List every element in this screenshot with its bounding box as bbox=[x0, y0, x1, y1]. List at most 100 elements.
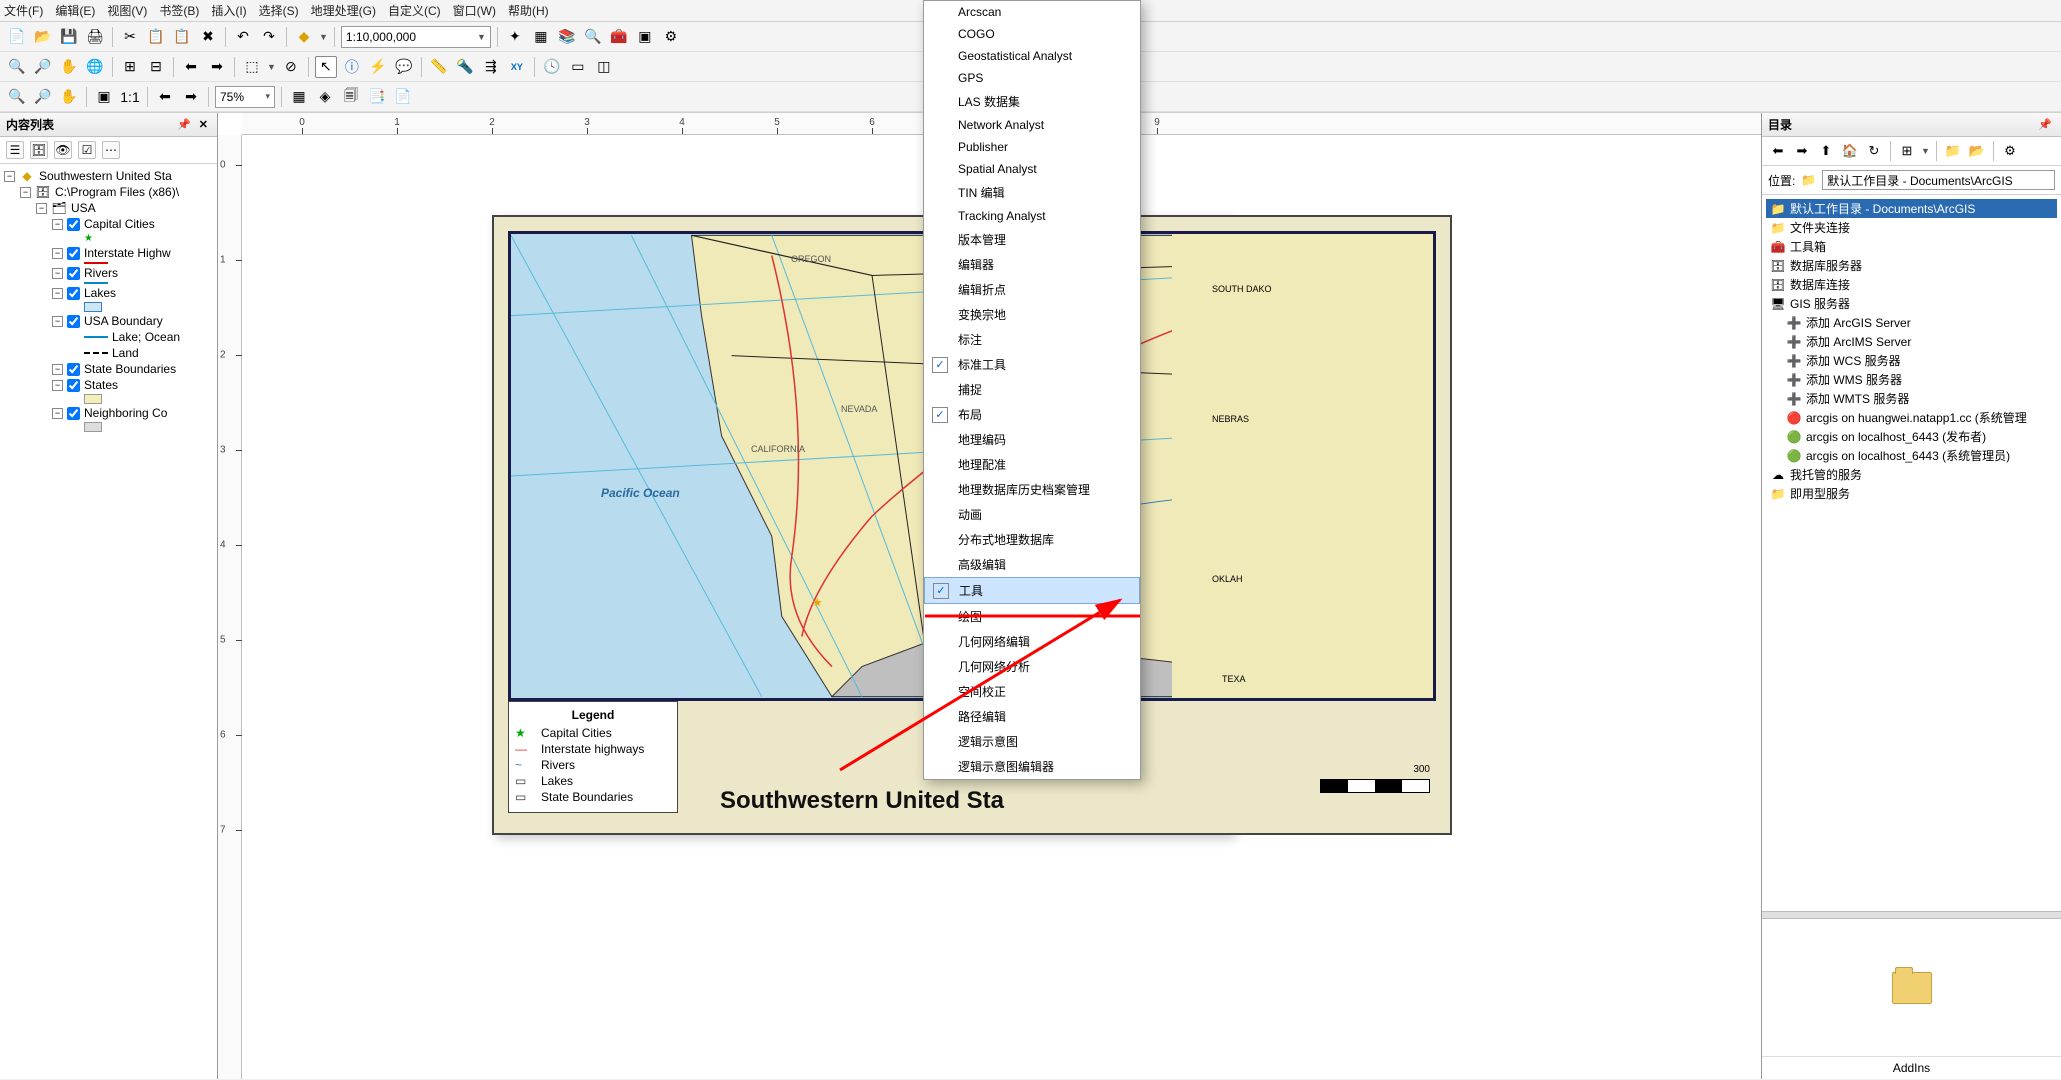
menu-item[interactable]: 编辑(E) bbox=[55, 2, 95, 19]
copy-icon[interactable]: 📋 bbox=[145, 26, 167, 48]
time-slider-icon[interactable]: 🕓 bbox=[541, 56, 563, 78]
toolbar-menu-item[interactable]: 版本管理 bbox=[924, 227, 1140, 252]
zoom-pct-input[interactable]: 75%▾ bbox=[215, 86, 275, 108]
toc-tree[interactable]: −◆Southwestern United Sta−🗄C:\Program Fi… bbox=[0, 164, 217, 1079]
full-extent-icon[interactable]: 🌐 bbox=[84, 56, 106, 78]
menu-item[interactable]: 帮助(H) bbox=[508, 2, 549, 19]
change-layout-icon[interactable]: 🗐 bbox=[340, 86, 362, 108]
catalog-node[interactable]: ➕添加 WCS 服务器 bbox=[1766, 351, 2057, 370]
toolbar-menu-item[interactable]: Arcscan bbox=[924, 1, 1140, 23]
catalog-node[interactable]: 🟢arcgis on localhost_6443 (发布者) bbox=[1766, 427, 2057, 446]
toolbar-menu-item[interactable]: Geostatistical Analyst bbox=[924, 45, 1140, 67]
fixed-zoom-in-icon[interactable]: ⊞ bbox=[119, 56, 141, 78]
menu-item[interactable]: 选择(S) bbox=[259, 2, 299, 19]
html-popup-icon[interactable]: 💬 bbox=[393, 56, 415, 78]
toc-node[interactable]: −◆Southwestern United Sta bbox=[2, 168, 215, 184]
toolbar-menu-item[interactable]: 标注 bbox=[924, 327, 1140, 352]
catalog-node[interactable]: 🧰工具箱 bbox=[1766, 237, 2057, 256]
list-by-source-icon[interactable]: 🗄 bbox=[30, 141, 48, 159]
home-icon[interactable]: 🏠 bbox=[1840, 141, 1860, 161]
toolbar-menu-item[interactable]: 分布式地理数据库 bbox=[924, 527, 1140, 552]
catalog-node[interactable]: ➕添加 WMS 服务器 bbox=[1766, 370, 2057, 389]
catalog-node[interactable]: 🖥GIS 服务器 bbox=[1766, 294, 2057, 313]
toc-node[interactable]: −USA Boundary bbox=[2, 313, 215, 329]
layout-zoom-in-icon[interactable]: 🔍 bbox=[6, 86, 28, 108]
layer-checkbox[interactable] bbox=[67, 379, 80, 392]
catalog-node[interactable]: ☁我托管的服务 bbox=[1766, 465, 2057, 484]
layout-pan-icon[interactable]: ✋ bbox=[58, 86, 80, 108]
toolbar-menu-item[interactable]: Network Analyst bbox=[924, 114, 1140, 136]
catalog-node[interactable]: 🟢arcgis on localhost_6443 (系统管理员) bbox=[1766, 446, 2057, 465]
toolbar-menu-item[interactable]: 编辑器 bbox=[924, 252, 1140, 277]
options-icon[interactable]: ⋯ bbox=[102, 141, 120, 159]
toolbar-menu-item[interactable]: Publisher bbox=[924, 136, 1140, 158]
zoom-in-icon[interactable]: 🔍 bbox=[6, 56, 28, 78]
paste-icon[interactable]: 📋 bbox=[171, 26, 193, 48]
toolbar-menu-item[interactable]: 动画 bbox=[924, 502, 1140, 527]
menu-item[interactable]: 地理处理(G) bbox=[311, 2, 376, 19]
toolbar-menu-item[interactable]: 几何网络编辑 bbox=[924, 629, 1140, 654]
menu-item[interactable]: 视图(V) bbox=[107, 2, 147, 19]
toc-node[interactable]: −Capital Cities bbox=[2, 216, 215, 232]
toc-node[interactable]: −States bbox=[2, 377, 215, 393]
toolbar-menu-item[interactable]: COGO bbox=[924, 23, 1140, 45]
page-setup-icon[interactable]: 📄 bbox=[392, 86, 414, 108]
find-route-icon[interactable]: ⇶ bbox=[480, 56, 502, 78]
select-features-icon[interactable]: ⬚ bbox=[241, 56, 263, 78]
zoom-whole-page-icon[interactable]: ▣ bbox=[93, 86, 115, 108]
toolbar-menu-item[interactable]: 地理配准 bbox=[924, 452, 1140, 477]
focus-data-frame-icon[interactable]: ◈ bbox=[314, 86, 336, 108]
location-input[interactable] bbox=[1822, 170, 2055, 190]
table-icon[interactable]: ▦ bbox=[530, 26, 552, 48]
measure-icon[interactable]: 📏 bbox=[428, 56, 450, 78]
menu-item[interactable]: 窗口(W) bbox=[453, 2, 496, 19]
undo-icon[interactable]: ↶ bbox=[232, 26, 254, 48]
catalog-node[interactable]: ➕添加 WMTS 服务器 bbox=[1766, 389, 2057, 408]
layer-checkbox[interactable] bbox=[67, 218, 80, 231]
catalog-node[interactable]: 🗄数据库服务器 bbox=[1766, 256, 2057, 275]
refresh-icon[interactable]: ↻ bbox=[1864, 141, 1884, 161]
toc-node[interactable]: −Lakes bbox=[2, 285, 215, 301]
clear-selection-icon[interactable]: ⊘ bbox=[280, 56, 302, 78]
toolbar-menu-item[interactable]: 高级编辑 bbox=[924, 552, 1140, 577]
zoom-100-icon[interactable]: 1:1 bbox=[119, 86, 141, 108]
up-icon[interactable]: ⬆ bbox=[1816, 141, 1836, 161]
toolbar-menu-item[interactable]: TIN 编辑 bbox=[924, 180, 1140, 205]
pin-icon[interactable]: 📌 bbox=[2035, 118, 2055, 131]
search-icon[interactable]: 🔍 bbox=[582, 26, 604, 48]
catalog-node[interactable]: ➕添加 ArcGIS Server bbox=[1766, 313, 2057, 332]
print-icon[interactable]: 🖨 bbox=[84, 26, 106, 48]
connect-folder-icon[interactable]: 📁 bbox=[1943, 141, 1963, 161]
layout-back-icon[interactable]: ⬅ bbox=[154, 86, 176, 108]
save-icon[interactable]: 💾 bbox=[58, 26, 80, 48]
identify-icon[interactable]: ⓘ bbox=[341, 56, 363, 78]
toolbar-menu-item[interactable]: 空间校正 bbox=[924, 679, 1140, 704]
zoom-out-icon[interactable]: 🔎 bbox=[32, 56, 54, 78]
toolbar-menu-item[interactable]: LAS 数据集 bbox=[924, 89, 1140, 114]
create-viewer-icon[interactable]: ▭ bbox=[567, 56, 589, 78]
catalog-node[interactable]: 📁即用型服务 bbox=[1766, 484, 2057, 503]
toolbar-menu-item[interactable]: 逻辑示意图 bbox=[924, 729, 1140, 754]
toolbar-menu-item[interactable]: 捕捉 bbox=[924, 377, 1140, 402]
toc-node[interactable]: −Interstate Highw bbox=[2, 245, 215, 261]
layout-forward-icon[interactable]: ➡ bbox=[180, 86, 202, 108]
python-icon[interactable]: ▣ bbox=[634, 26, 656, 48]
toolbar-menu-item[interactable]: ✓布局 bbox=[924, 402, 1140, 427]
menu-item[interactable]: 书签(B) bbox=[159, 2, 199, 19]
scale-input[interactable]: 1:10,000,000 ▼ bbox=[341, 26, 491, 48]
disconnect-folder-icon[interactable]: 📂 bbox=[1967, 141, 1987, 161]
cut-icon[interactable]: ✂ bbox=[119, 26, 141, 48]
list-by-drawing-icon[interactable]: ☰ bbox=[6, 141, 24, 159]
catalog-icon[interactable]: 📚 bbox=[556, 26, 578, 48]
catalog-node[interactable]: 🗄数据库连接 bbox=[1766, 275, 2057, 294]
catalog-node[interactable]: 📁文件夹连接 bbox=[1766, 218, 2057, 237]
catalog-node[interactable]: 📁默认工作目录 - Documents\ArcGIS bbox=[1766, 199, 2057, 218]
forward-icon[interactable]: ➡ bbox=[206, 56, 228, 78]
toc-node[interactable]: −🗂USA bbox=[2, 200, 215, 216]
toolbar-menu-item[interactable]: Tracking Analyst bbox=[924, 205, 1140, 227]
menu-item[interactable]: 文件(F) bbox=[4, 2, 43, 19]
editor-toolbar-icon[interactable]: ✦ bbox=[504, 26, 526, 48]
find-icon[interactable]: 🔦 bbox=[454, 56, 476, 78]
redo-icon[interactable]: ↷ bbox=[258, 26, 280, 48]
layer-checkbox[interactable] bbox=[67, 407, 80, 420]
